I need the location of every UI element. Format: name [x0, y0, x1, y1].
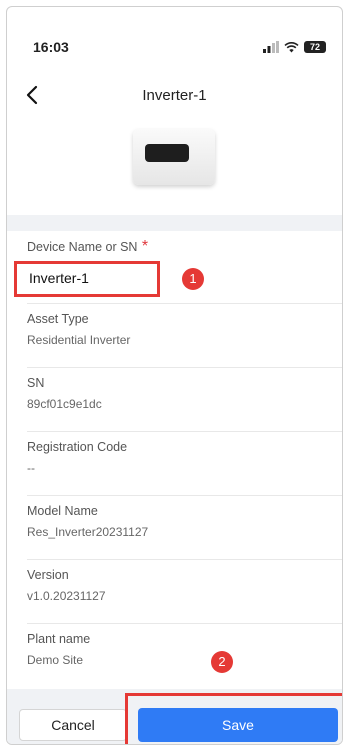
cancel-button[interactable]: Cancel — [19, 709, 127, 741]
asset-type-field: Asset Type Residential Inverter — [27, 312, 130, 347]
device-image-area — [7, 115, 342, 215]
asset-type-label: Asset Type — [27, 312, 89, 326]
chevron-left-icon[interactable] — [21, 83, 45, 107]
device-name-label-text: Device Name or SN — [27, 240, 138, 254]
battery-icon: 72 — [304, 41, 326, 53]
device-name-label: Device Name or SN * — [27, 238, 148, 256]
signal-icon — [263, 41, 279, 53]
status-bar: 16:03 72 — [7, 7, 342, 79]
divider — [27, 495, 342, 496]
divider — [27, 559, 342, 560]
registration-code-value: -- — [27, 461, 35, 475]
registration-code-field: Registration Code -- — [27, 440, 127, 475]
divider — [27, 623, 342, 624]
divider — [27, 367, 342, 368]
save-button[interactable]: Save — [138, 708, 338, 742]
plant-name-label: Plant name — [27, 632, 91, 646]
inverter-display-panel — [145, 144, 189, 162]
divider — [27, 431, 342, 432]
version-value: v1.0.20231127 — [27, 589, 106, 603]
sn-value: 89cf01c9e1dc — [27, 397, 102, 411]
plant-name-field: Plant name Demo Site — [27, 632, 90, 667]
annotation-marker-2: 2 — [211, 651, 233, 673]
model-name-label: Model Name — [27, 504, 98, 518]
version-label: Version — [27, 568, 69, 582]
sn-field: SN 89cf01c9e1dc — [27, 376, 102, 411]
page-title: Inverter-1 — [142, 86, 207, 104]
plant-name-value: Demo Site — [27, 653, 84, 667]
wifi-icon — [284, 41, 299, 53]
annotation-marker-1: 1 — [182, 268, 204, 290]
registration-code-label: Registration Code — [27, 440, 128, 454]
model-name-field: Model Name Res_Inverter20231127 — [27, 504, 148, 539]
model-name-value: Res_Inverter20231127 — [27, 525, 149, 539]
divider — [27, 303, 342, 304]
phone-screen: 16:03 72 Inverter-1 Device Name or SN * … — [6, 6, 343, 745]
required-mark: * — [141, 238, 149, 255]
asset-type-value: Residential Inverter — [27, 333, 131, 347]
save-button-highlight: Save — [125, 693, 342, 744]
sn-label: SN — [27, 376, 45, 390]
status-icons: 72 — [263, 41, 326, 53]
inverter-image — [133, 129, 215, 185]
version-field: Version v1.0.20231127 — [27, 568, 106, 603]
section-separator — [7, 215, 342, 231]
status-time: 16:03 — [33, 39, 69, 55]
device-name-input[interactable]: Inverter-1 — [14, 261, 160, 297]
nav-bar: Inverter-1 — [7, 77, 342, 113]
